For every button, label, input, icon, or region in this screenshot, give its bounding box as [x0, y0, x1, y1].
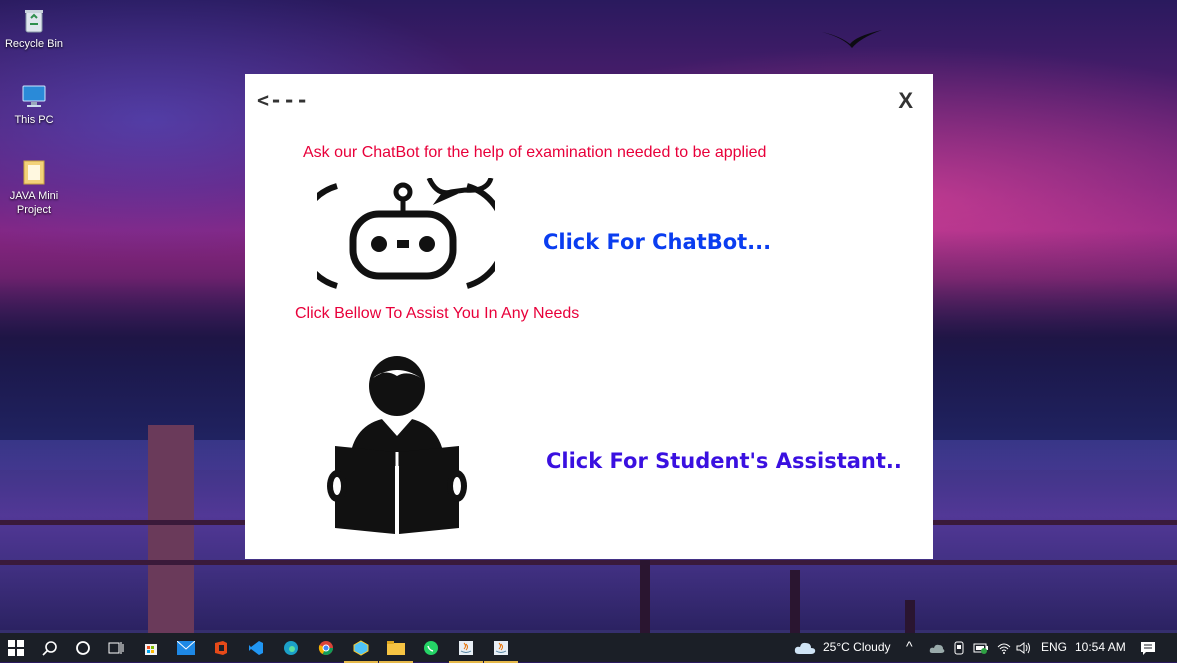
device-icon[interactable]	[948, 637, 970, 659]
vscode-icon[interactable]	[245, 637, 267, 659]
start-icon[interactable]	[5, 637, 27, 659]
desktop-icon-java-mini-project[interactable]: JAVA Mini Project	[4, 158, 64, 217]
app-icon[interactable]	[344, 637, 378, 663]
chatbot-prompt-text: Ask our ChatBot for the help of examinat…	[303, 144, 767, 161]
language-indicator[interactable]: ENG	[1041, 640, 1067, 654]
volume-icon[interactable]	[1013, 637, 1035, 659]
bird-icon	[822, 28, 882, 54]
student-assistant-link[interactable]: Click For Student's Assistant..	[546, 449, 902, 473]
chevron-up-icon[interactable]: ^	[906, 638, 913, 654]
desktop-icon-recycle-bin[interactable]: Recycle Bin	[4, 6, 64, 51]
folder-icon	[20, 158, 48, 186]
onedrive-icon[interactable]	[926, 637, 948, 659]
computer-icon	[20, 82, 48, 110]
fence-post	[790, 570, 800, 633]
fence-post	[905, 600, 915, 633]
fence-rail	[0, 560, 1177, 565]
desktop-icon-label: Recycle Bin	[4, 38, 64, 50]
assist-prompt-text: Click Bellow To Assist You In Any Needs	[295, 305, 580, 322]
desktop-icon-this-pc[interactable]: This PC	[4, 82, 64, 127]
desktop-icon-label: This PC	[14, 114, 54, 126]
edge-icon[interactable]	[280, 637, 302, 659]
chatbot-link[interactable]: Click For ChatBot...	[543, 230, 771, 254]
file-explorer-icon[interactable]	[379, 637, 413, 663]
back-button[interactable]: <---	[257, 88, 309, 112]
desktop-icon-label: JAVA Mini Project	[9, 190, 59, 216]
cloud-icon[interactable]	[794, 637, 816, 659]
chrome-icon[interactable]	[315, 637, 337, 659]
office-icon[interactable]	[210, 637, 232, 659]
recycle-bin-icon	[20, 6, 48, 34]
wifi-icon[interactable]	[993, 637, 1015, 659]
fence-post	[148, 425, 194, 633]
cortana-icon[interactable]	[72, 637, 94, 659]
notification-icon[interactable]	[1137, 637, 1159, 659]
close-button[interactable]: X	[898, 88, 913, 114]
whatsapp-icon[interactable]	[420, 637, 442, 659]
mail-icon[interactable]	[175, 637, 197, 659]
java-app-icon-2[interactable]	[484, 637, 518, 663]
taskbar: 25°C Cloudy ^ ENG 10:54 AM	[0, 633, 1177, 663]
chatbot-robot-icon[interactable]	[296, 176, 508, 290]
store-icon[interactable]	[140, 637, 162, 659]
task-view-icon[interactable]	[105, 637, 127, 659]
search-icon[interactable]	[39, 637, 61, 659]
weather-text[interactable]: 25°C Cloudy	[823, 640, 891, 654]
clock-time[interactable]: 10:54 AM	[1075, 640, 1126, 654]
assistant-dialog: <--- X Ask our ChatBot for the help of e…	[245, 74, 933, 559]
student-reading-icon[interactable]	[327, 356, 467, 536]
java-app-icon[interactable]	[449, 637, 483, 663]
battery-icon[interactable]	[970, 637, 992, 659]
fence-post	[640, 560, 650, 633]
